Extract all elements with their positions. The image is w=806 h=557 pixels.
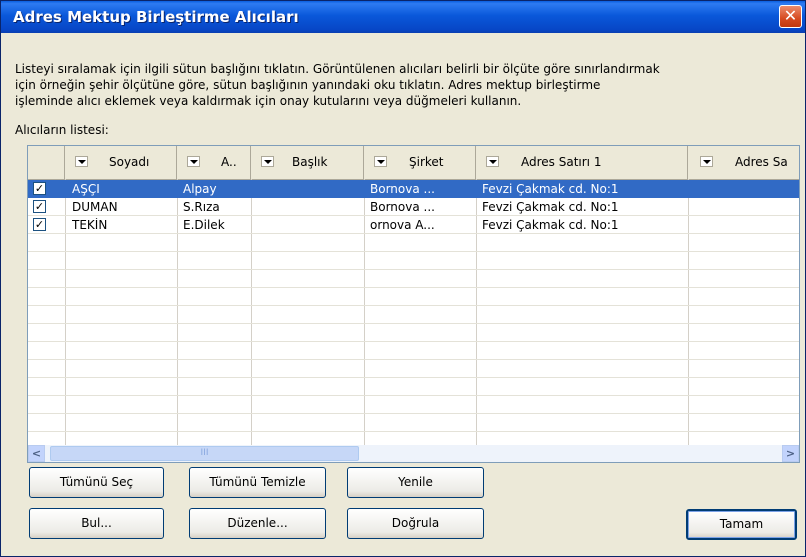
instructions-text: Listeyi sıralamak için ilgili sütun başl…: [15, 61, 795, 109]
edit-button[interactable]: Düzenle...: [189, 508, 326, 539]
row-divider: [28, 269, 799, 270]
column-header-label: Adres Satırı 1: [521, 155, 602, 169]
column-header-baslik[interactable]: Başlık: [251, 146, 364, 179]
chevron-down-icon[interactable]: [261, 156, 274, 167]
column-header-adres-satiri-1[interactable]: Adres Satırı 1: [476, 146, 688, 179]
instructions-line: Listeyi sıralamak için ilgili sütun başl…: [15, 62, 660, 76]
column-header-label: Şirket: [409, 155, 444, 169]
column-header-soyadi[interactable]: Soyadı: [65, 146, 177, 179]
column-header-label: Başlık: [292, 155, 328, 169]
instructions-line: işleminde alıcı eklemek veya kaldırmak i…: [15, 94, 522, 108]
column-header-label: Soyadı: [109, 155, 150, 169]
column-header-label: A..: [221, 155, 237, 169]
cell-sirket: Bornova ...: [370, 200, 435, 214]
chevron-down-icon[interactable]: [187, 156, 200, 167]
checkbox-column-header[interactable]: [28, 146, 65, 179]
row-divider: [28, 359, 799, 360]
refresh-button[interactable]: Yenile: [347, 467, 484, 498]
scroll-left-button[interactable]: <: [28, 445, 45, 462]
cell-sirket: Bornova ...: [370, 182, 435, 196]
recipient-checkbox[interactable]: ✓: [33, 200, 46, 213]
row-divider: [28, 431, 799, 432]
validate-button[interactable]: Doğrula: [347, 508, 484, 539]
cell-adres-satiri-1: Fevzi Çakmak cd. No:1: [482, 218, 619, 232]
table-row[interactable]: ✓ AŞÇI Alpay Bornova ... Fevzi Çakmak cd…: [28, 180, 799, 198]
horizontal-scrollbar[interactable]: < III >: [28, 445, 799, 462]
row-divider: [28, 377, 799, 378]
column-header-sirket[interactable]: Şirket: [364, 146, 476, 179]
cell-sirket: ornova A...: [370, 218, 435, 232]
recipient-checkbox[interactable]: ✓: [33, 218, 46, 231]
chevron-down-icon[interactable]: [374, 156, 387, 167]
column-header-adres-satiri-2[interactable]: Adres Sa: [688, 146, 799, 179]
cell-ad: Alpay: [183, 182, 217, 196]
close-button[interactable]: ✕: [779, 5, 802, 28]
row-divider: [28, 323, 799, 324]
clear-all-button[interactable]: Tümünü Temizle: [189, 467, 326, 498]
dialog-title: Adres Mektup Birleştirme Alıcıları: [13, 8, 299, 26]
scrollbar-thumb[interactable]: III: [50, 446, 359, 461]
row-divider: [28, 395, 799, 396]
find-button[interactable]: Bul...: [29, 508, 164, 539]
row-divider: [28, 341, 799, 342]
table-row[interactable]: ✓ TEKİN E.Dilek ornova A... Fevzi Çakmak…: [28, 216, 799, 234]
instructions-line: için örneğin şehir ölçütüne göre, sütun …: [15, 78, 601, 92]
cell-soyadi: TEKİN: [72, 218, 108, 232]
scroll-right-button[interactable]: >: [782, 445, 799, 462]
cell-soyadi: AŞÇI: [72, 182, 100, 196]
row-divider: [28, 251, 799, 252]
chevron-down-icon[interactable]: [75, 156, 88, 167]
row-divider: [28, 305, 799, 306]
cell-ad: S.Rıza: [183, 200, 220, 214]
row-divider: [28, 287, 799, 288]
cell-ad: E.Dilek: [183, 218, 225, 232]
cell-adres-satiri-1: Fevzi Çakmak cd. No:1: [482, 182, 619, 196]
column-header-label: Adres Sa: [735, 155, 788, 169]
grip-icon: III: [200, 448, 209, 458]
chevron-down-icon[interactable]: [486, 156, 499, 167]
grid-header: Soyadı A.. Başlık Şirket Adres Satırı 1 …: [28, 146, 799, 180]
recipient-checkbox[interactable]: ✓: [33, 182, 46, 195]
cell-adres-satiri-1: Fevzi Çakmak cd. No:1: [482, 200, 619, 214]
row-divider: [28, 413, 799, 414]
mail-merge-recipients-dialog: Adres Mektup Birleştirme Alıcıları ✕ Lis…: [0, 0, 806, 557]
column-header-ad[interactable]: A..: [177, 146, 251, 179]
chevron-left-icon: <: [31, 447, 42, 460]
recipient-grid[interactable]: Soyadı A.. Başlık Şirket Adres Satırı 1 …: [27, 145, 800, 463]
chevron-right-icon: >: [785, 447, 796, 460]
table-row[interactable]: ✓ DUMAN S.Rıza Bornova ... Fevzi Çakmak …: [28, 198, 799, 216]
cell-soyadi: DUMAN: [72, 200, 118, 214]
select-all-button[interactable]: Tümünü Seç: [29, 467, 164, 498]
chevron-down-icon[interactable]: [700, 156, 713, 167]
title-bar: Adres Mektup Birleştirme Alıcıları ✕: [1, 1, 805, 33]
recipient-list-label: Alıcıların listesi:: [15, 123, 109, 137]
close-icon: ✕: [783, 6, 798, 25]
ok-button[interactable]: Tamam: [686, 509, 797, 540]
